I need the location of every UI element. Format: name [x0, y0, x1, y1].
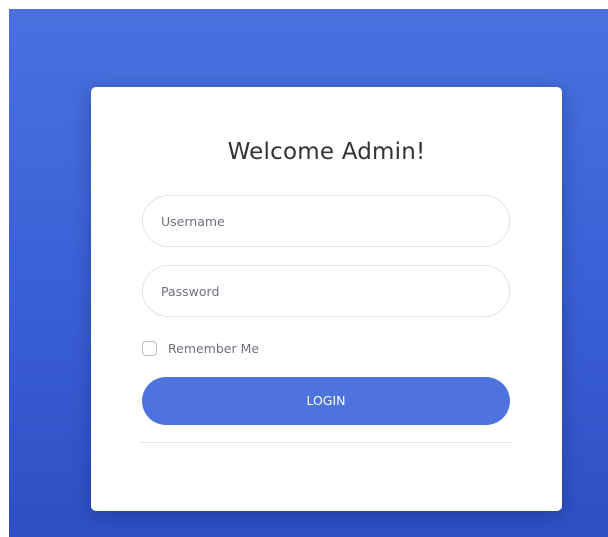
- remember-me-checkbox[interactable]: [142, 340, 157, 356]
- password-input[interactable]: [142, 265, 510, 317]
- page-title: Welcome Admin!: [227, 139, 426, 165]
- divider: [140, 442, 512, 443]
- remember-me-label: Remember Me: [168, 340, 260, 356]
- login-button[interactable]: LOGIN: [142, 377, 510, 425]
- username-input[interactable]: [142, 195, 510, 247]
- page-background: Welcome Admin! Remember Me LOGIN: [9, 9, 608, 537]
- login-card: Welcome Admin! Remember Me LOGIN: [91, 87, 562, 511]
- remember-me-row[interactable]: Remember Me: [142, 339, 259, 357]
